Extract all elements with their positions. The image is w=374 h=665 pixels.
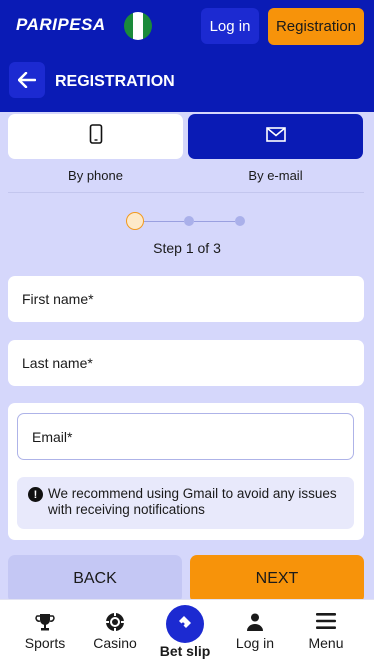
page-title: REGISTRATION [55,73,175,90]
user-icon [218,612,292,632]
email-section: Email* ! We recommend using Gmail to avo… [8,403,364,540]
brand-logo[interactable]: PARIPESA [16,15,106,35]
tab-by-phone[interactable] [8,114,183,159]
step-2-dot [184,216,194,226]
trophy-icon [8,612,82,632]
nav-item-sports[interactable]: Sports [8,600,82,665]
login-button[interactable]: Log in [201,8,259,44]
first-name-field[interactable]: First name* [8,276,364,322]
back-button[interactable]: BACK [8,555,182,603]
top-bar: PARIPESA Log in Registration [0,0,374,52]
next-button[interactable]: NEXT [190,555,364,603]
divider [8,192,364,193]
phone-icon [89,124,103,149]
nigeria-flag-icon[interactable] [123,11,153,41]
nav-label-menu: Menu [308,635,344,651]
casino-chip-icon [78,612,152,632]
bottom-navigation: Sports Casino Bet slip Log in Menu [0,599,374,665]
tab-by-phone-label[interactable]: By phone [8,168,183,183]
hamburger-icon [289,612,363,630]
page-header: REGISTRATION [0,52,374,112]
notice-text: We recommend using Gmail to avoid any is… [48,486,337,517]
nav-label-sports: Sports [24,635,66,651]
last-name-field[interactable]: Last name* [8,340,364,386]
nav-item-login[interactable]: Log in [218,600,292,665]
exclamation-icon: ! [28,487,43,502]
tab-by-email-label[interactable]: By e-mail [188,168,363,183]
step-3-dot [235,216,245,226]
email-field[interactable]: Email* [17,413,354,460]
step-connector [144,221,184,222]
step-text: Step 1 of 3 [153,240,221,256]
nav-item-menu[interactable]: Menu [289,600,363,665]
step-1-dot [126,212,144,230]
back-arrow-icon[interactable] [9,62,45,98]
step-indicator [125,212,245,232]
nav-item-casino[interactable]: Casino [78,600,152,665]
step-connector [194,221,235,222]
gmail-notice: ! We recommend using Gmail to avoid any … [17,477,354,529]
nav-label-bet-slip: Bet slip [159,643,211,659]
envelope-icon [265,126,286,147]
ticket-icon [176,613,194,636]
tab-by-email[interactable] [188,114,363,159]
nav-item-bet-slip[interactable] [166,605,204,643]
nav-label-casino: Casino [93,635,137,651]
nav-label-login: Log in [235,635,275,651]
registration-button[interactable]: Registration [268,8,364,45]
